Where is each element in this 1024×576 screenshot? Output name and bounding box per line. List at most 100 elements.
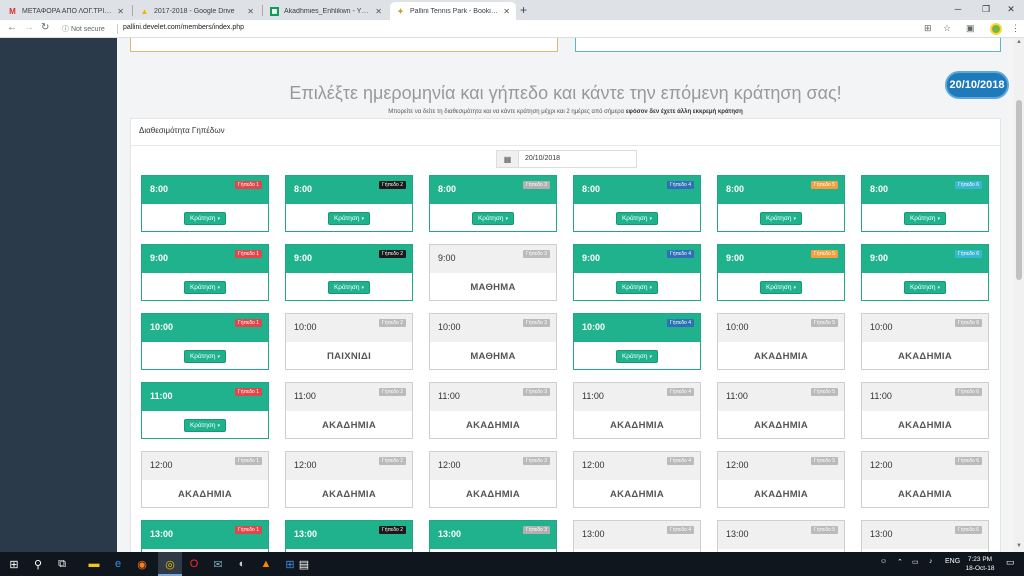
book-button[interactable]: Κράτηση ▾ xyxy=(615,211,659,225)
slot-body: ΑΚΑΔΗΜΙΑ xyxy=(862,342,988,370)
restore-icon[interactable]: ❐ xyxy=(972,1,1000,17)
page-scrollbar[interactable]: ▲ ▼ xyxy=(1014,38,1024,552)
chrome-icon[interactable]: ◎ xyxy=(162,556,178,572)
available-slot: 9:00 Γήπεδο 2 Κράτηση ▾ xyxy=(285,244,413,301)
court-badge: Γήπεδο 4 xyxy=(667,457,694,465)
booked-slot: 12:00 Γήπεδο 1 ΑΚΑΔΗΜΙΑ xyxy=(141,451,269,508)
translate-icon[interactable]: ⊞ xyxy=(924,23,932,34)
slot-time: 10:00 xyxy=(726,322,749,332)
close-icon[interactable]: ✕ xyxy=(247,7,254,16)
close-window-icon[interactable]: ✕ xyxy=(997,1,1024,17)
menu-icon[interactable]: ⋮ xyxy=(1011,23,1020,34)
browser-tab-drive[interactable]: ▲ 2017-2018 - Google Drive ✕ xyxy=(134,2,260,20)
browser-tabstrip: M ΜΕΤΑΦΟΡΑ ΑΠΟ ΛΟΓ.ΤΡΙΤΟΥ Μ ✕ ▲ 2017-201… xyxy=(0,0,1024,20)
slot-status: ΠΑΙΧΝΙΔΙ xyxy=(326,350,372,362)
book-button[interactable]: Κράτηση ▾ xyxy=(903,280,947,294)
edge-icon[interactable]: e xyxy=(110,556,126,572)
task-view-icon[interactable]: ⧉ xyxy=(54,556,70,572)
tab-separator xyxy=(132,5,133,16)
close-icon[interactable]: ✕ xyxy=(117,7,124,16)
url-input[interactable]: pallini.develet.com/members/index.php xyxy=(123,24,244,31)
slot-header: 9:00 Γήπεδο 1 xyxy=(142,245,268,273)
slot-time: 10:00 xyxy=(150,322,174,332)
search-icon[interactable]: ⚲ xyxy=(30,556,46,572)
person-icon[interactable]: ☺ xyxy=(880,558,887,565)
book-button[interactable]: Κράτηση ▾ xyxy=(183,349,227,363)
slot-time: 8:00 xyxy=(582,184,601,194)
scroll-up-icon[interactable]: ▲ xyxy=(1016,39,1022,45)
book-button[interactable]: Κράτηση ▾ xyxy=(615,280,659,294)
app-icon[interactable]: ◐ xyxy=(234,556,250,572)
slot-time: 11:00 xyxy=(294,391,316,401)
book-button[interactable]: Κράτηση ▾ xyxy=(759,280,803,294)
tab-separator xyxy=(262,5,263,16)
book-button[interactable]: Κράτηση ▾ xyxy=(183,418,227,432)
slot-header: 10:00 Γήπεδο 4 xyxy=(574,314,700,342)
slot-time: 12:00 xyxy=(294,460,317,470)
back-icon[interactable]: ← xyxy=(7,22,17,33)
court-badge: Γήπεδο 6 xyxy=(955,388,982,396)
browser-tab-sheets[interactable]: ▦ Akadhmies_Enhlikwn - Υπολογισ ✕ xyxy=(264,2,388,20)
browser-tab-gmail[interactable]: M ΜΕΤΑΦΟΡΑ ΑΠΟ ΛΟΓ.ΤΡΙΤΟΥ Μ ✕ xyxy=(2,2,130,20)
notifications-icon[interactable]: ▭ xyxy=(1006,557,1015,568)
calendar-icon[interactable]: ▦ xyxy=(497,151,519,167)
taskbar-clock[interactable]: 7:23 PM 18-Oct-18 xyxy=(962,555,998,573)
book-button[interactable]: Κράτηση ▾ xyxy=(903,211,947,225)
profile-avatar[interactable] xyxy=(990,23,1002,35)
available-slot: 9:00 Γήπεδο 5 Κράτηση ▾ xyxy=(717,244,845,301)
slot-time: 13:00 xyxy=(582,529,605,539)
slot-time: 9:00 xyxy=(726,253,745,263)
book-button[interactable]: Κράτηση ▾ xyxy=(327,280,371,294)
browser-tab-booking[interactable]: ✦ Pallini Tennis Park - Booking Syst ✕ xyxy=(390,2,516,20)
slot-status: ΑΚΑΔΗΜΙΑ xyxy=(753,488,809,500)
bookmark-star-icon[interactable]: ☆ xyxy=(943,23,951,34)
court-badge: Γήπεδο 5 xyxy=(811,181,838,189)
volume-icon[interactable]: ♪ xyxy=(929,558,933,565)
book-button[interactable]: Κράτηση ▾ xyxy=(183,211,227,225)
opera-icon[interactable]: O xyxy=(186,556,202,572)
network-icon[interactable]: ▭ xyxy=(912,558,919,566)
file-explorer-icon[interactable]: ▬ xyxy=(86,556,102,572)
new-tab-button[interactable]: + xyxy=(520,3,527,17)
booked-slot: 10:00 Γήπεδο 5 ΑΚΑΔΗΜΙΑ xyxy=(717,313,845,370)
available-slot: 8:00 Γήπεδο 2 Κράτηση ▾ xyxy=(285,175,413,232)
book-button[interactable]: Κράτηση ▾ xyxy=(327,211,371,225)
windows-start-icon[interactable]: ⊞ xyxy=(6,556,22,572)
security-indicator[interactable]: ⓘ Not secure xyxy=(62,24,105,34)
slot-header: 8:00 Γήπεδο 5 xyxy=(718,176,844,204)
close-icon[interactable]: ✕ xyxy=(375,7,382,16)
forward-icon[interactable]: → xyxy=(24,22,34,33)
slot-body: Κράτηση▾ xyxy=(862,273,988,301)
tray-up-icon[interactable]: ⌃ xyxy=(897,558,903,566)
document-icon[interactable]: ▤ xyxy=(296,556,312,572)
scroll-down-icon[interactable]: ▼ xyxy=(1016,543,1022,549)
available-slot: 13:00Γήπεδο 1Κράτηση▾ xyxy=(141,520,269,552)
firefox-icon[interactable]: ◉ xyxy=(134,556,150,572)
slot-header: 9:00 Γήπεδο 4 xyxy=(574,245,700,273)
booked-slot: 10:00 Γήπεδο 2 ΠΑΙΧΝΙΔΙ xyxy=(285,313,413,370)
book-button[interactable]: Κράτηση ▾ xyxy=(471,211,515,225)
available-slot: 9:00 Γήπεδο 4 Κράτηση ▾ xyxy=(573,244,701,301)
book-button-label: Κράτηση xyxy=(189,283,216,291)
book-button-label: Κράτηση xyxy=(189,214,216,222)
reload-icon[interactable]: ↻ xyxy=(41,22,49,33)
date-picker-input[interactable]: ▦ 20/10/2018 xyxy=(496,150,637,168)
slot-time: 8:00 xyxy=(438,184,457,194)
book-button[interactable]: Κράτηση ▾ xyxy=(759,211,803,225)
scrollbar-thumb[interactable] xyxy=(1016,100,1022,280)
caret-down-icon: ▾ xyxy=(793,215,797,222)
booked-slot: 11:00 Γήπεδο 3 ΑΚΑΔΗΜΙΑ xyxy=(429,382,557,439)
minimize-icon[interactable]: ─ xyxy=(944,1,972,17)
slot-header: 8:00 Γήπεδο 1 xyxy=(142,176,268,204)
court-badge: Γήπεδο 3 xyxy=(523,319,550,327)
slot-time: 12:00 xyxy=(582,460,605,470)
mail-icon[interactable]: ✉ xyxy=(210,556,226,572)
vlc-icon[interactable]: ▲ xyxy=(258,556,274,572)
language-indicator[interactable]: ENG xyxy=(945,558,960,565)
close-icon[interactable]: ✕ xyxy=(503,7,510,16)
available-slot: 8:00 Γήπεδο 5 Κράτηση ▾ xyxy=(717,175,845,232)
book-button[interactable]: Κράτηση ▾ xyxy=(615,349,659,363)
extension-icon[interactable]: ▣ xyxy=(966,23,975,34)
book-button[interactable]: Κράτηση ▾ xyxy=(183,280,227,294)
book-button-label: Κράτηση xyxy=(909,283,936,291)
